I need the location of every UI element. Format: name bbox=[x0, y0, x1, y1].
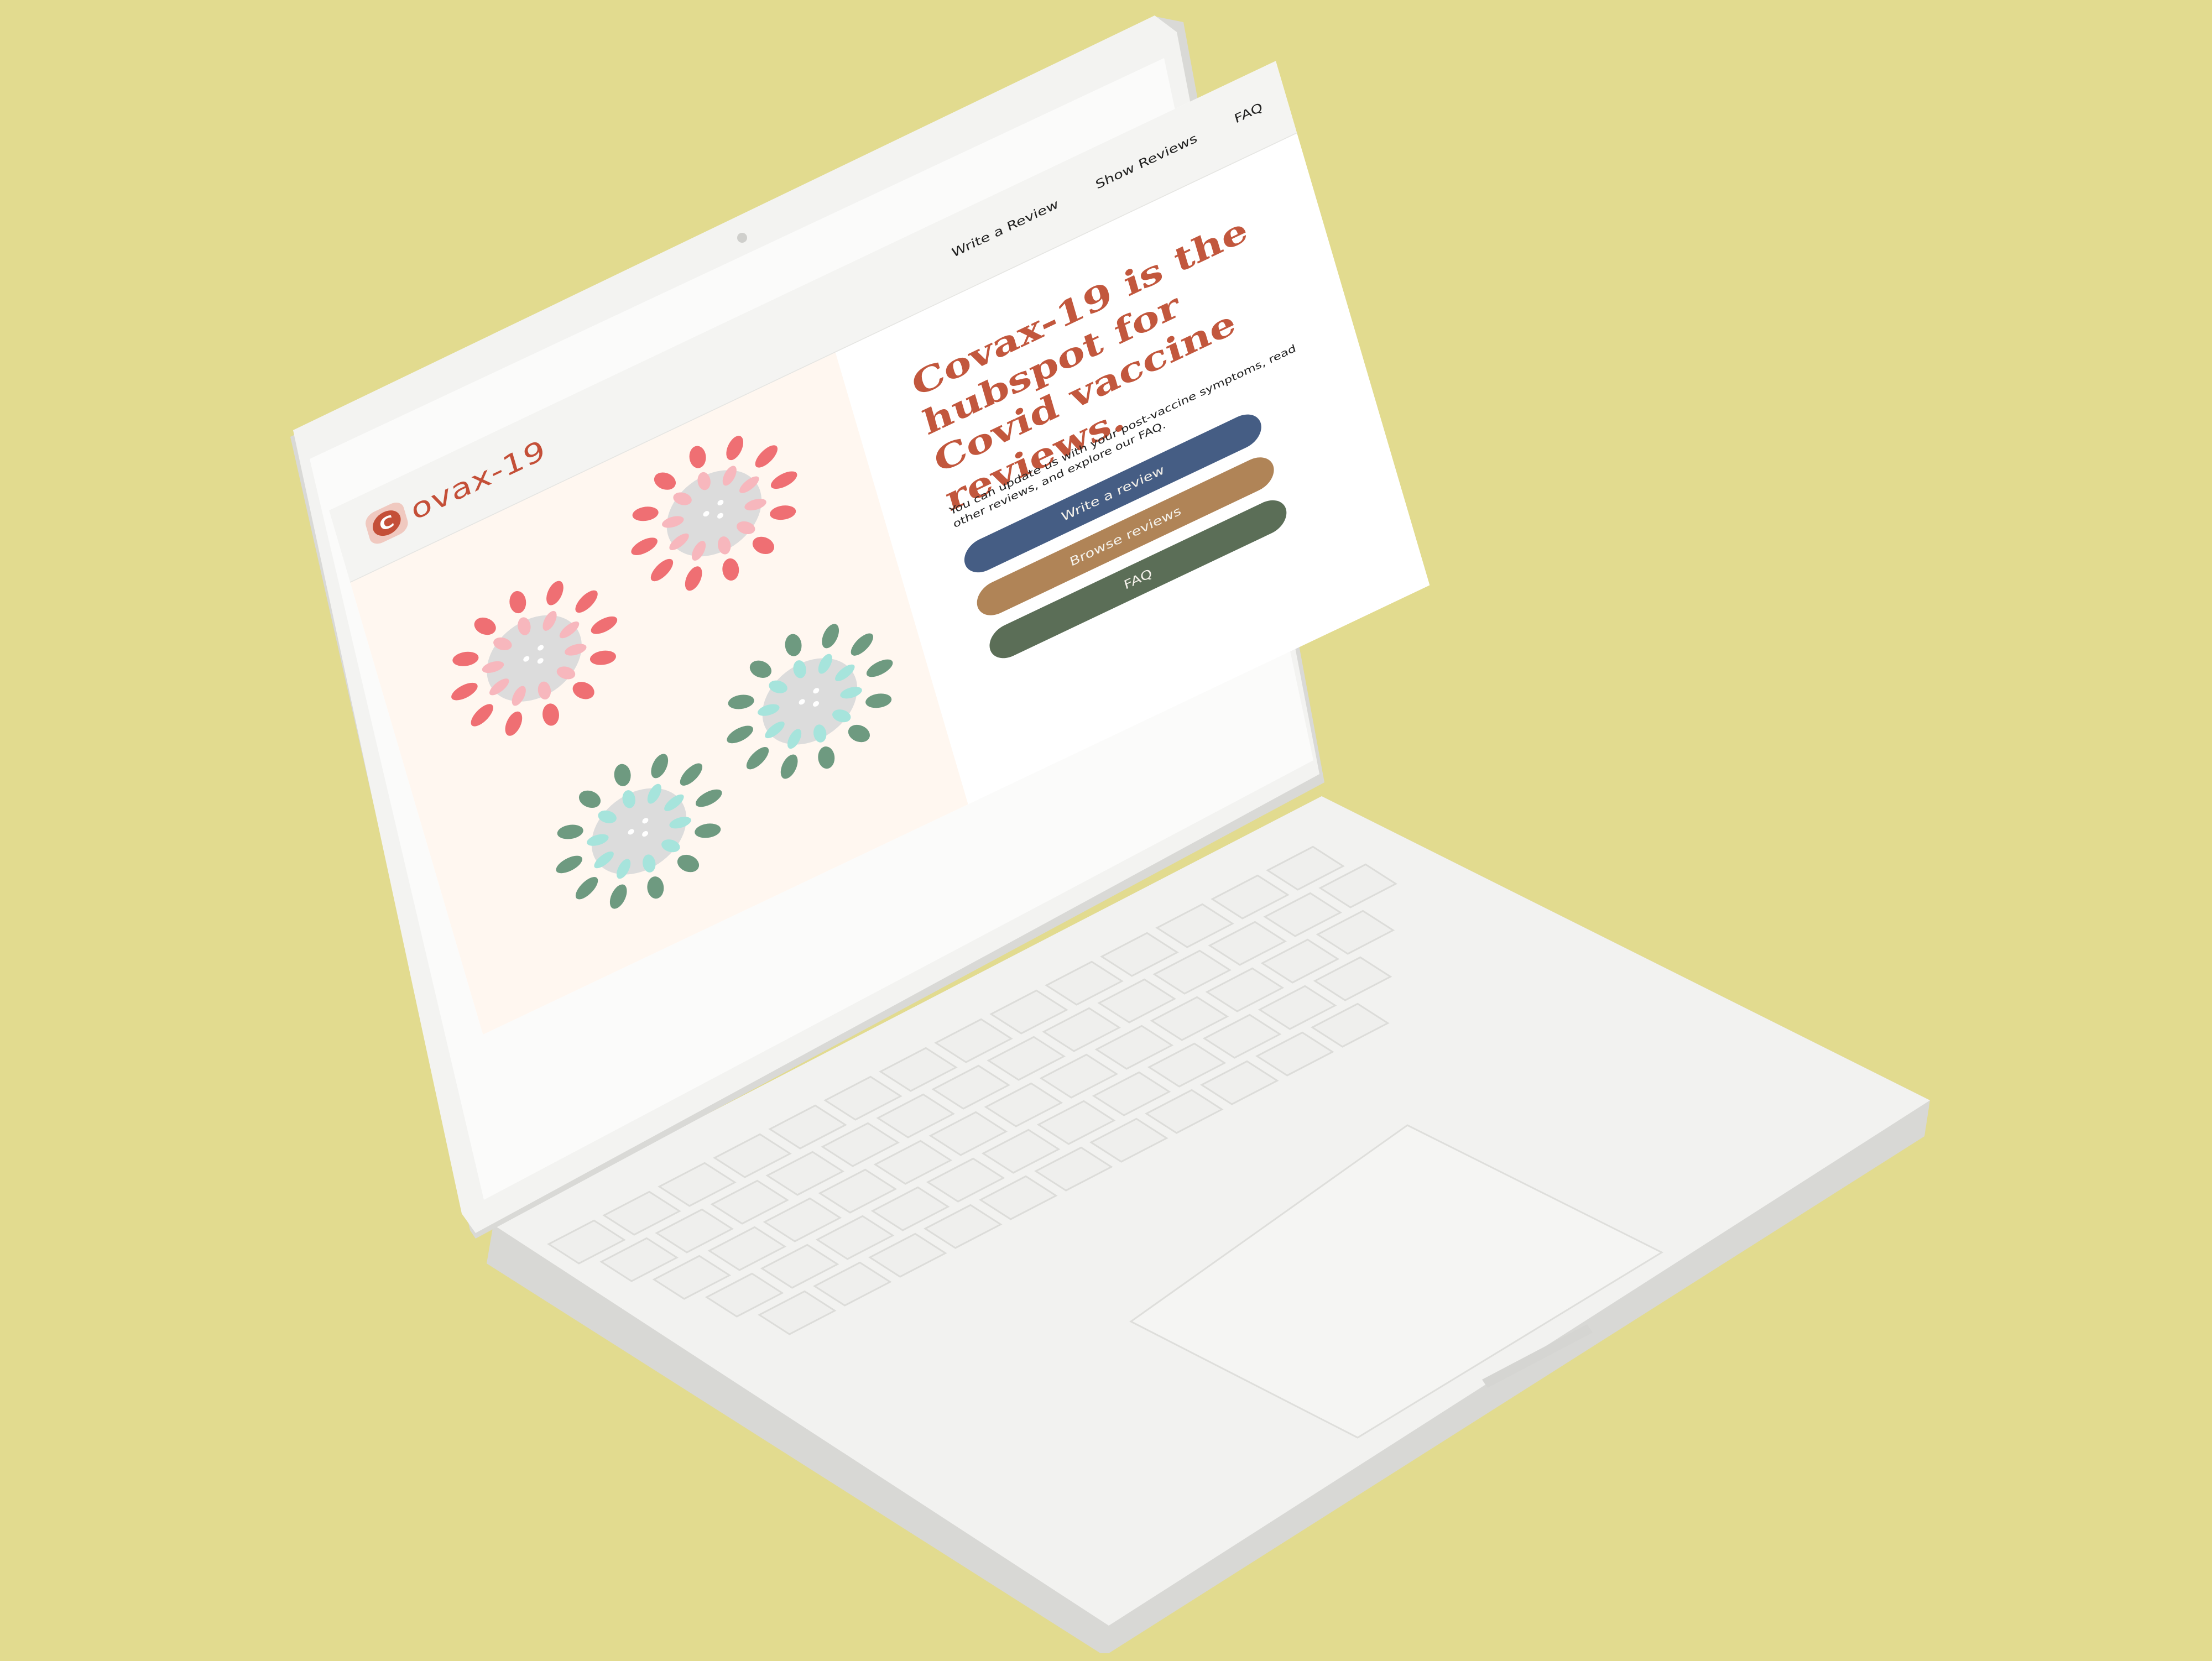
virus-spike bbox=[647, 876, 664, 899]
virus-spike bbox=[770, 471, 797, 489]
virus-spike bbox=[722, 558, 739, 581]
virus-spike bbox=[542, 703, 559, 726]
virus-spike bbox=[728, 694, 754, 709]
virus-spike bbox=[632, 506, 659, 521]
virus-spike bbox=[865, 693, 892, 708]
virus-spike bbox=[685, 566, 702, 591]
virus-spike bbox=[575, 590, 598, 613]
virus-spike bbox=[572, 682, 594, 699]
webcam-icon bbox=[737, 233, 747, 243]
virus-spike bbox=[785, 634, 802, 656]
virus-spike bbox=[822, 624, 839, 649]
virus-spike bbox=[651, 754, 669, 779]
virus-spike bbox=[851, 633, 873, 656]
virus-spike bbox=[689, 446, 706, 468]
virus-spike bbox=[818, 746, 835, 769]
virus-spike bbox=[471, 704, 493, 727]
virus-spike bbox=[746, 746, 769, 770]
virus-spike bbox=[609, 884, 627, 909]
logo-letter: C bbox=[369, 505, 404, 541]
virus-body bbox=[666, 470, 762, 557]
virus-spike bbox=[866, 659, 893, 677]
virus-spike bbox=[848, 724, 870, 743]
virus-spike bbox=[727, 725, 753, 744]
virus-spike bbox=[614, 764, 631, 786]
virus-spike bbox=[677, 854, 700, 873]
nav-show-reviews[interactable]: Show Reviews bbox=[1094, 131, 1199, 192]
virus-spike bbox=[726, 436, 744, 461]
virus-spike bbox=[474, 617, 496, 635]
virus-spike bbox=[546, 581, 564, 605]
virus-spike bbox=[780, 754, 798, 779]
virus-spike bbox=[556, 855, 582, 874]
virus-icon-green-1 bbox=[556, 754, 722, 909]
virus-spike bbox=[770, 505, 796, 520]
logo-badge-icon: C bbox=[363, 499, 410, 547]
virus-spike bbox=[452, 651, 479, 666]
virus-spike bbox=[575, 877, 598, 900]
virus-spike bbox=[755, 445, 778, 468]
virus-spike bbox=[451, 682, 478, 701]
virus-spike bbox=[631, 537, 658, 556]
virus-spike bbox=[680, 763, 703, 786]
virus-spike bbox=[749, 660, 772, 678]
virus-icon-red-1 bbox=[451, 581, 618, 736]
virus-spike bbox=[752, 536, 774, 555]
virus-spike bbox=[695, 823, 721, 838]
nav-faq[interactable]: FAQ bbox=[1233, 100, 1264, 127]
virus-body bbox=[762, 658, 858, 745]
virus-spike bbox=[695, 789, 722, 807]
virus-body bbox=[591, 788, 687, 875]
virus-spike bbox=[509, 591, 526, 614]
virus-spike bbox=[650, 558, 674, 582]
virus-spike bbox=[589, 650, 616, 665]
virus-icon-green-2 bbox=[727, 624, 893, 779]
virus-body bbox=[487, 615, 582, 702]
virus-spike bbox=[654, 472, 676, 490]
virus-spike bbox=[591, 616, 618, 634]
virus-spike bbox=[505, 711, 523, 736]
virus-spike bbox=[557, 824, 583, 839]
virus-spike bbox=[578, 790, 601, 808]
